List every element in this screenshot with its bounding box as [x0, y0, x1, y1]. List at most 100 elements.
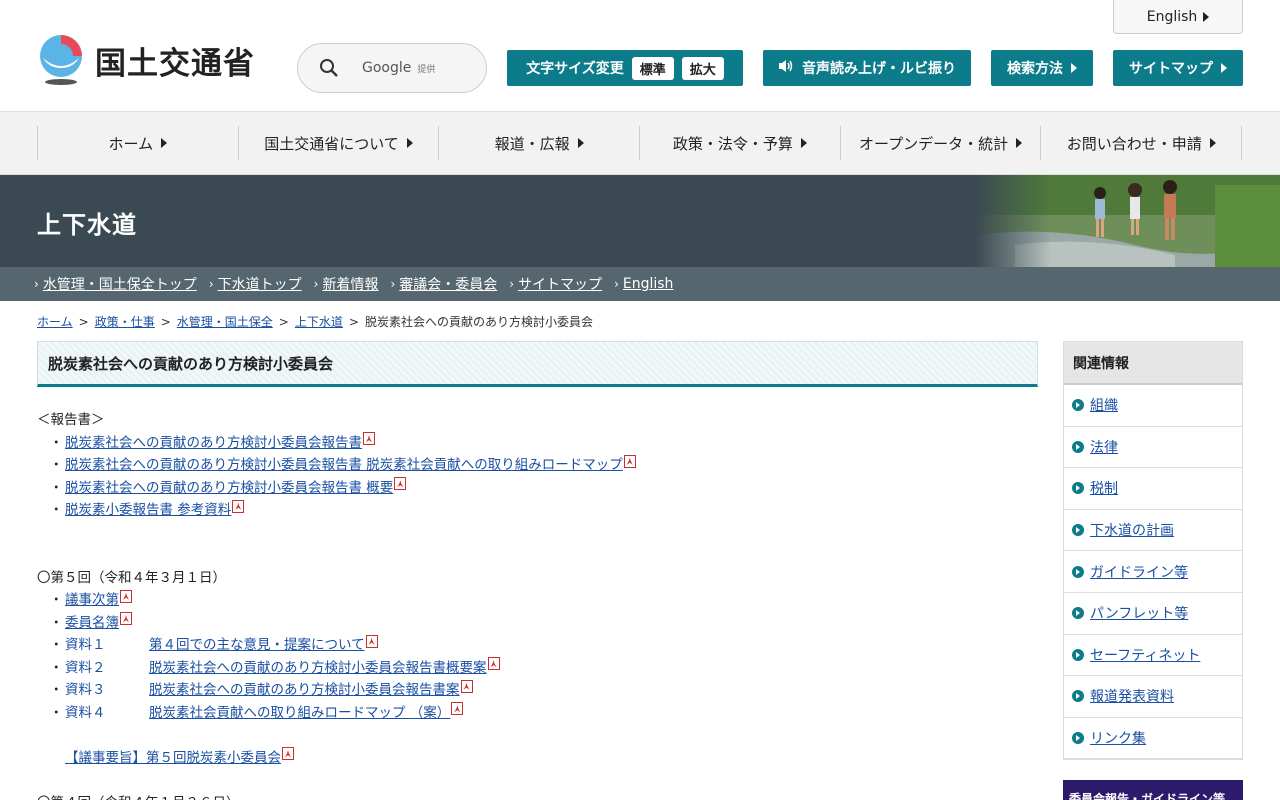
- list-item: ・委員名簿: [37, 612, 636, 635]
- arrow-right-icon: [1016, 138, 1023, 148]
- subnav-english[interactable]: › English: [614, 276, 673, 292]
- chevron-right-icon: ›: [614, 277, 619, 291]
- pdf-icon: [460, 679, 473, 693]
- chevron-right-icon: ›: [313, 277, 319, 291]
- breadcrumb-current: 脱炭素社会への貢献のあり方検討小委員会: [364, 315, 593, 329]
- material-2-link[interactable]: 資料２ 脱炭素社会への貢献のあり方検討小委員会報告書概要案: [65, 657, 487, 680]
- list-item: ・資料３ 脱炭素社会への貢献のあり方検討小委員会報告書案: [37, 679, 636, 702]
- mlit-logo[interactable]: 国土交通省: [37, 33, 255, 87]
- site-search[interactable]: Google 提供: [297, 43, 487, 93]
- font-size-label: 文字サイズ変更: [526, 61, 624, 77]
- sitemap-button[interactable]: サイトマップ: [1113, 50, 1243, 86]
- pdf-icon: [232, 499, 245, 513]
- read-aloud-label: 音声読み上げ・ルビ振り: [802, 61, 956, 77]
- banner-title: 上下水道: [37, 211, 137, 239]
- circle-arrow-icon: [1072, 648, 1084, 661]
- list-item: ・脱炭素社会への貢献のあり方検討小委員会報告書: [37, 432, 636, 455]
- sidebar-item-pamphlets[interactable]: パンフレット等: [1064, 593, 1242, 635]
- report-heading: ＜報告書＞: [37, 412, 105, 428]
- english-label: English: [1146, 8, 1198, 25]
- subnav-sitemap[interactable]: › サイトマップ: [509, 274, 602, 294]
- sidebar-item-organization[interactable]: 組織: [1064, 385, 1242, 427]
- pdf-icon: [282, 747, 294, 761]
- sidebar-item-tax[interactable]: 税制: [1064, 468, 1242, 510]
- font-size-control: 文字サイズ変更 標準 拡大: [507, 50, 743, 86]
- list-item: 【議事要旨】第５回脱炭素小委員会: [37, 747, 636, 770]
- english-button[interactable]: English: [1113, 0, 1243, 34]
- subnav-water-top[interactable]: › 水管理・国土保全トップ: [34, 274, 197, 294]
- sidebar-banner[interactable]: 委員会報告・ガイドライン等: [1063, 780, 1243, 800]
- arrow-right-icon: [1203, 11, 1210, 22]
- search-provider: Google 提供: [362, 60, 435, 76]
- site-header: 国土交通省 Google 提供 English 文字サイズ変更 標準 拡大 音声…: [0, 0, 1280, 112]
- read-aloud-button[interactable]: 音声読み上げ・ルビ振り: [763, 50, 971, 86]
- gnav-contact[interactable]: お問い合わせ・申請: [1041, 126, 1243, 160]
- pdf-icon: [120, 589, 132, 603]
- material-1-link[interactable]: 資料１ 第４回での主な意見・提案について: [65, 634, 365, 657]
- gnav-policy[interactable]: 政策・法令・予算: [640, 126, 841, 160]
- gnav-press[interactable]: 報道・広報: [439, 126, 641, 160]
- breadcrumb: ホーム > 政策・仕事 > 水管理・国土保全 > 上下水道 > 脱炭素社会への貢献のあり…: [37, 313, 593, 330]
- circle-arrow-icon: [1072, 565, 1084, 578]
- pdf-icon: [363, 432, 375, 446]
- chevron-right-icon: ›: [208, 277, 214, 291]
- circle-arrow-icon: [1072, 440, 1084, 453]
- list-item: ・脱炭素小委報告書 参考資料: [37, 499, 636, 522]
- report-summary-link[interactable]: 脱炭素社会への貢献のあり方検討小委員会報告書 概要: [65, 477, 393, 500]
- search-provider-sub: 提供: [417, 64, 436, 75]
- arrow-right-icon: [1071, 63, 1077, 73]
- font-size-standard-button[interactable]: 標準: [631, 56, 674, 80]
- search-method-label: 検索方法: [1007, 61, 1063, 77]
- list-item: ・資料２ 脱炭素社会への貢献のあり方検討小委員会報告書概要案: [37, 657, 636, 680]
- page-title: 脱炭素社会への貢献のあり方検討小委員会: [37, 341, 1038, 387]
- circle-arrow-icon: [1072, 690, 1084, 703]
- gnav-home[interactable]: ホーム: [38, 126, 239, 160]
- sidebar-item-press-releases[interactable]: 報道発表資料: [1064, 676, 1242, 718]
- list-item: ・議事次第: [37, 589, 636, 612]
- search-provider-name: Google: [362, 60, 412, 76]
- chevron-right-icon: ›: [509, 277, 515, 291]
- member-list-link[interactable]: 委員名簿: [65, 612, 119, 635]
- material-3-link[interactable]: 資料３ 脱炭素社会への貢献のあり方検討小委員会報告書案: [65, 679, 460, 702]
- speaker-icon: [778, 59, 794, 77]
- subnav-councils[interactable]: › 審議会・委員会: [390, 274, 497, 294]
- report-link[interactable]: 脱炭素社会への貢献のあり方検討小委員会報告書: [65, 432, 362, 455]
- gnav-opendata[interactable]: オープンデータ・統計: [841, 126, 1042, 160]
- arrow-right-icon: [577, 138, 584, 148]
- arrow-right-icon: [800, 138, 807, 148]
- report-reference-link[interactable]: 脱炭素小委報告書 参考資料: [65, 499, 231, 522]
- sidebar-item-links[interactable]: リンク集: [1064, 718, 1242, 760]
- arrow-right-icon: [1221, 63, 1227, 73]
- sidebar-item-law[interactable]: 法律: [1064, 427, 1242, 469]
- section-banner: 上下水道: [0, 175, 1280, 267]
- logo-text: 国土交通省: [95, 45, 255, 82]
- breadcrumb-sewerage[interactable]: 上下水道: [295, 313, 343, 330]
- report-roadmap-link[interactable]: 脱炭素社会への貢献のあり方検討小委員会報告書 脱炭素社会貢献への取り組みロードマ…: [65, 454, 623, 477]
- sidebar-item-safety-net[interactable]: セーフティネット: [1064, 635, 1242, 677]
- meeting-summary-link[interactable]: 【議事要旨】第５回脱炭素小委員会: [65, 747, 281, 770]
- breadcrumb-home[interactable]: ホーム: [37, 313, 73, 330]
- breadcrumb-policy[interactable]: 政策・仕事: [95, 313, 155, 330]
- list-item: ・資料１ 第４回での主な意見・提案について: [37, 634, 636, 657]
- search-icon[interactable]: [314, 53, 344, 83]
- material-4-link[interactable]: 資料４ 脱炭素社会貢献への取り組みロードマップ （案）: [65, 702, 450, 725]
- children-river-photo: [975, 175, 1280, 267]
- pdf-icon: [394, 477, 407, 491]
- circle-arrow-icon: [1072, 732, 1084, 745]
- pdf-icon: [120, 612, 132, 626]
- circle-arrow-icon: [1072, 399, 1084, 412]
- agenda-link[interactable]: 議事次第: [65, 589, 119, 612]
- pdf-icon: [365, 634, 378, 648]
- circle-arrow-icon: [1072, 607, 1084, 620]
- global-nav: ホーム 国土交通省について 報道・広報 政策・法令・予算 オープンデータ・統計 …: [0, 112, 1280, 175]
- subnav-news[interactable]: › 新着情報: [314, 274, 379, 294]
- font-size-large-button[interactable]: 拡大: [681, 56, 724, 80]
- subnav-sewerage-top[interactable]: › 下水道トップ: [209, 274, 302, 294]
- search-method-button[interactable]: 検索方法: [991, 50, 1093, 86]
- gnav-about[interactable]: 国土交通省について: [239, 126, 440, 160]
- breadcrumb-water[interactable]: 水管理・国土保全: [177, 313, 273, 330]
- sidebar-item-sewerage-plan[interactable]: 下水道の計画: [1064, 510, 1242, 552]
- circle-arrow-icon: [1072, 482, 1084, 495]
- sidebar-item-guidelines[interactable]: ガイドライン等: [1064, 551, 1242, 593]
- arrow-right-icon: [161, 138, 168, 148]
